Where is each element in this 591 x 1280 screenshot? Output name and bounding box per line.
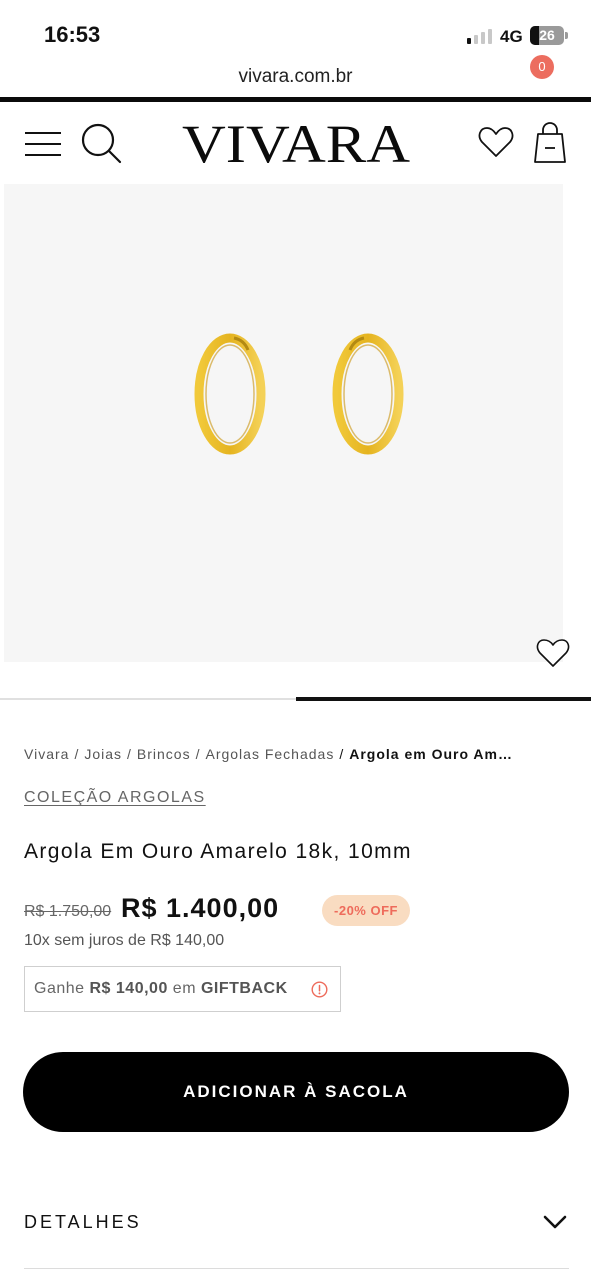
network-label: 4G	[500, 27, 523, 46]
product-image[interactable]	[4, 184, 563, 662]
product-title: Argola Em Ouro Amarelo 18k, 10mm	[24, 840, 412, 863]
details-accordion[interactable]: DETALHES	[0, 1190, 591, 1260]
battery-icon: 26	[530, 26, 564, 45]
shopping-bag-icon[interactable]	[532, 120, 568, 164]
image-favorite-heart-icon[interactable]	[536, 638, 570, 668]
breadcrumb-separator: /	[74, 746, 80, 762]
breadcrumb-separator: /	[339, 746, 345, 762]
breadcrumb-current: Argola em Ouro Am…	[349, 746, 513, 762]
url-bar[interactable]: vivara.com.br	[0, 66, 591, 88]
gold-hoop-earrings-image	[194, 333, 404, 455]
installments-text: 10x sem juros de R$ 140,00	[24, 932, 225, 949]
logo-text: VIVARA	[182, 114, 410, 174]
signal-icon	[467, 28, 493, 44]
search-icon[interactable]	[80, 122, 122, 164]
giftback-box: Ganhe R$ 140,00 em GIFTBACK	[24, 966, 341, 1012]
breadcrumb-item-vivara[interactable]: Vivara	[24, 746, 69, 762]
giftback-middle: em	[172, 980, 197, 997]
site-header: VIVARA	[0, 102, 591, 184]
vivara-logo[interactable]: VIVARA	[180, 112, 412, 174]
menu-icon[interactable]	[25, 132, 61, 156]
details-label: DETALHES	[24, 1212, 142, 1232]
breadcrumb-separator: /	[127, 746, 132, 762]
bag-count-badge: 0	[530, 55, 554, 79]
image-carousel-indicator[interactable]	[296, 697, 591, 701]
chevron-down-icon[interactable]	[542, 1214, 568, 1230]
current-price: R$ 1.400,00	[121, 893, 280, 923]
breadcrumb-separator: /	[195, 746, 201, 762]
breadcrumb-item-argolas-fechadas[interactable]: Argolas Fechadas	[205, 746, 334, 762]
info-icon[interactable]	[311, 981, 328, 998]
status-time: 16:53	[44, 22, 101, 47]
details-divider	[24, 1268, 569, 1269]
battery-tip	[565, 32, 568, 39]
breadcrumb-item-brincos[interactable]: Brincos	[137, 746, 191, 762]
breadcrumb-item-joias[interactable]: Joias	[84, 746, 122, 762]
giftback-amount: R$ 140,00	[89, 980, 168, 997]
status-bar: 16:53 4G 26 vivara.com.br	[0, 0, 591, 87]
discount-badge: -20% OFF	[322, 895, 410, 926]
battery-level: 26	[539, 27, 555, 43]
collection-link[interactable]: COLEÇÃO ARGOLAS	[24, 789, 206, 807]
giftback-text: Ganhe R$ 140,00 em GIFTBACK	[34, 980, 288, 998]
wishlist-heart-icon[interactable]	[478, 126, 514, 158]
giftback-prefix: Ganhe	[34, 980, 85, 997]
giftback-label: GIFTBACK	[200, 980, 288, 997]
add-to-bag-button[interactable]: ADICIONAR À SACOLA	[23, 1052, 569, 1132]
breadcrumb: Vivara / Joias / Brincos / Argolas Fechadas / Ar…	[24, 746, 569, 762]
old-price: R$ 1.750,00	[24, 903, 112, 920]
